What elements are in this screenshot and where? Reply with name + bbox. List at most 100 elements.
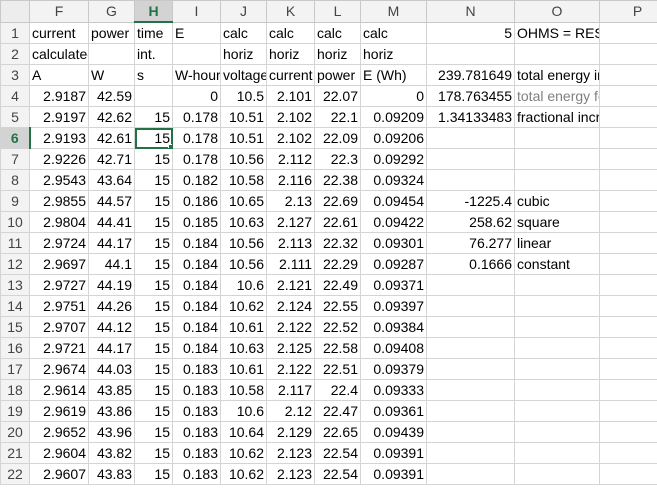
cell-o3[interactable]: total energy in Wh xyxy=(514,64,600,86)
cell-g7[interactable]: 42.71 xyxy=(88,148,135,170)
cell-f9[interactable]: 2.9855 xyxy=(29,190,89,212)
cell-i20[interactable]: 0.183 xyxy=(172,421,221,443)
cell-k21[interactable]: 2.123 xyxy=(266,442,315,464)
cell-l12[interactable]: 22.29 xyxy=(314,253,361,275)
cell-m19[interactable]: 0.09361 xyxy=(360,400,427,422)
cell-p5[interactable] xyxy=(599,106,657,128)
column-header-m[interactable]: M xyxy=(360,0,427,23)
cell-m1[interactable]: calc xyxy=(360,21,427,44)
cell-l17[interactable]: 22.51 xyxy=(314,358,361,380)
cell-o7[interactable] xyxy=(514,148,600,170)
cell-o1[interactable]: OHMS = RESISTANCE OF xyxy=(514,21,600,44)
cell-n5[interactable]: 1.34133483 xyxy=(426,106,515,128)
cell-l8[interactable]: 22.38 xyxy=(314,169,361,191)
column-header-j[interactable]: J xyxy=(220,0,267,23)
cell-m2[interactable]: horiz xyxy=(360,43,427,65)
cell-k1[interactable]: calc xyxy=(266,21,315,44)
cell-p20[interactable] xyxy=(599,421,657,443)
cell-j12[interactable]: 10.56 xyxy=(220,253,267,275)
cell-f19[interactable]: 2.9619 xyxy=(29,400,89,422)
cell-n17[interactable] xyxy=(426,358,515,380)
cell-g19[interactable]: 43.86 xyxy=(88,400,135,422)
cell-m6[interactable]: 0.09206 xyxy=(360,127,427,149)
row-header-17[interactable]: 17 xyxy=(0,358,30,380)
cell-g10[interactable]: 44.41 xyxy=(88,211,135,233)
cell-n22[interactable] xyxy=(426,463,515,485)
cell-o10[interactable]: square xyxy=(514,211,600,233)
cell-j17[interactable]: 10.61 xyxy=(220,358,267,380)
cell-i5[interactable]: 0.178 xyxy=(172,106,221,128)
cell-f22[interactable]: 2.9607 xyxy=(29,463,89,485)
row-header-21[interactable]: 21 xyxy=(0,442,30,464)
cell-g12[interactable]: 44.1 xyxy=(88,253,135,275)
cell-i18[interactable]: 0.183 xyxy=(172,379,221,401)
cell-g22[interactable]: 43.83 xyxy=(88,463,135,485)
column-header-g[interactable]: G xyxy=(88,0,135,23)
cell-g6[interactable]: 42.61 xyxy=(88,127,135,149)
cell-h1[interactable]: time xyxy=(134,21,173,44)
cell-h6[interactable]: 15 xyxy=(134,127,173,149)
cell-n14[interactable] xyxy=(426,295,515,317)
cell-l20[interactable]: 22.65 xyxy=(314,421,361,443)
cell-h9[interactable]: 15 xyxy=(134,190,173,212)
row-header-15[interactable]: 15 xyxy=(0,316,30,338)
cell-f11[interactable]: 2.9724 xyxy=(29,232,89,254)
cell-p12[interactable] xyxy=(599,253,657,275)
cell-p6[interactable] xyxy=(599,127,657,149)
cell-k14[interactable]: 2.124 xyxy=(266,295,315,317)
cell-i22[interactable]: 0.183 xyxy=(172,463,221,485)
cell-k8[interactable]: 2.116 xyxy=(266,169,315,191)
cell-p9[interactable] xyxy=(599,190,657,212)
cell-o5[interactable]: fractional increase xyxy=(514,106,600,128)
cell-k17[interactable]: 2.122 xyxy=(266,358,315,380)
cell-n15[interactable] xyxy=(426,316,515,338)
cell-f8[interactable]: 2.9543 xyxy=(29,169,89,191)
cell-h5[interactable]: 15 xyxy=(134,106,173,128)
cell-j18[interactable]: 10.58 xyxy=(220,379,267,401)
row-header-5[interactable]: 5 xyxy=(0,106,30,128)
cell-f18[interactable]: 2.9614 xyxy=(29,379,89,401)
cell-f17[interactable]: 2.9674 xyxy=(29,358,89,380)
cell-p1[interactable] xyxy=(599,21,657,44)
cell-l2[interactable]: horiz xyxy=(314,43,361,65)
cell-k6[interactable]: 2.102 xyxy=(266,127,315,149)
cell-j21[interactable]: 10.62 xyxy=(220,442,267,464)
cell-k22[interactable]: 2.123 xyxy=(266,463,315,485)
cell-j22[interactable]: 10.62 xyxy=(220,463,267,485)
cell-o20[interactable] xyxy=(514,421,600,443)
cell-k12[interactable]: 2.111 xyxy=(266,253,315,275)
column-header-n[interactable]: N xyxy=(426,0,515,23)
cell-f21[interactable]: 2.9604 xyxy=(29,442,89,464)
cell-f1[interactable]: current xyxy=(29,21,89,44)
cell-l5[interactable]: 22.1 xyxy=(314,106,361,128)
row-header-1[interactable]: 1 xyxy=(0,21,30,44)
cell-j5[interactable]: 10.51 xyxy=(220,106,267,128)
cell-k16[interactable]: 2.125 xyxy=(266,337,315,359)
cell-f2[interactable]: calculated xyxy=(29,43,89,65)
cell-o17[interactable] xyxy=(514,358,600,380)
cell-j15[interactable]: 10.61 xyxy=(220,316,267,338)
cell-k3[interactable]: current xyxy=(266,64,315,86)
cell-h10[interactable]: 15 xyxy=(134,211,173,233)
cell-g16[interactable]: 44.17 xyxy=(88,337,135,359)
cell-n12[interactable]: 0.1666 xyxy=(426,253,515,275)
cell-n16[interactable] xyxy=(426,337,515,359)
cell-j10[interactable]: 10.63 xyxy=(220,211,267,233)
cell-j16[interactable]: 10.63 xyxy=(220,337,267,359)
cell-n6[interactable] xyxy=(426,127,515,149)
cell-j9[interactable]: 10.65 xyxy=(220,190,267,212)
cell-n3[interactable]: 239.781649 xyxy=(426,64,515,86)
cell-o22[interactable] xyxy=(514,463,600,485)
cell-i10[interactable]: 0.185 xyxy=(172,211,221,233)
cell-j1[interactable]: calc xyxy=(220,21,267,44)
cell-l18[interactable]: 22.4 xyxy=(314,379,361,401)
cell-n2[interactable] xyxy=(426,43,515,65)
column-header-i[interactable]: I xyxy=(172,0,221,23)
cell-n19[interactable] xyxy=(426,400,515,422)
cell-g18[interactable]: 43.85 xyxy=(88,379,135,401)
cell-l6[interactable]: 22.09 xyxy=(314,127,361,149)
cell-k7[interactable]: 2.112 xyxy=(266,148,315,170)
cell-m15[interactable]: 0.09384 xyxy=(360,316,427,338)
cell-l21[interactable]: 22.54 xyxy=(314,442,361,464)
cell-g4[interactable]: 42.59 xyxy=(88,85,135,107)
